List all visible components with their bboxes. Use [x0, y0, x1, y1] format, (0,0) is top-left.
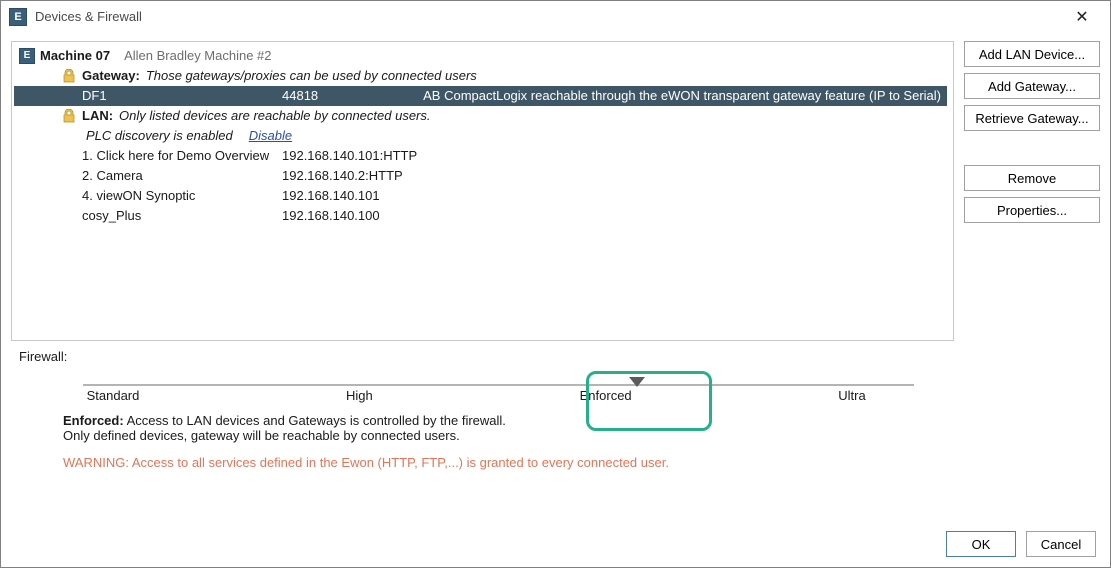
- add-gateway-button[interactable]: Add Gateway...: [964, 73, 1100, 99]
- slider-label-standard[interactable]: Standard: [63, 388, 163, 403]
- tree-lan-item[interactable]: 1. Click here for Demo Overview 192.168.…: [14, 146, 947, 166]
- firewall-desc-line2: Only defined devices, gateway will be re…: [63, 428, 460, 443]
- dialog-footer: OK Cancel: [946, 531, 1096, 557]
- disable-link[interactable]: Disable: [249, 126, 292, 146]
- close-button[interactable]: ✕: [1062, 3, 1102, 31]
- tree-lan-item[interactable]: 4. viewON Synoptic 192.168.140.101: [14, 186, 947, 206]
- firewall-slider[interactable]: [83, 374, 914, 376]
- lan-item-addr: 192.168.140.101:HTTP: [282, 148, 417, 163]
- gateway-item-desc: AB CompactLogix reachable through the eW…: [423, 88, 941, 103]
- gateway-note: Those gateways/proxies can be used by co…: [146, 66, 477, 86]
- device-tree[interactable]: E Machine 07 Allen Bradley Machine #2 Ga…: [11, 41, 954, 341]
- lan-item-name: 2. Camera: [82, 166, 143, 186]
- properties-button[interactable]: Properties...: [964, 197, 1100, 223]
- retrieve-gateway-button[interactable]: Retrieve Gateway...: [964, 105, 1100, 131]
- machine-icon: E: [18, 47, 36, 65]
- machine-name: Machine 07: [40, 46, 110, 66]
- firewall-title: Firewall:: [19, 349, 950, 364]
- firewall-level-name: Enforced:: [63, 413, 124, 428]
- app-icon-small: E: [19, 48, 35, 64]
- slider-label-high[interactable]: High: [309, 388, 409, 403]
- tree-lan-discovery: PLC discovery is enabled Disable: [14, 126, 947, 146]
- machine-subtitle: Allen Bradley Machine #2: [124, 46, 271, 66]
- tree-gateway-item[interactable]: DF1 44818 AB CompactLogix reachable thro…: [14, 86, 947, 106]
- titlebar: E Devices & Firewall ✕: [1, 1, 1110, 33]
- lan-item-name: cosy_Plus: [82, 206, 141, 226]
- tree-lan-item[interactable]: cosy_Plus 192.168.140.100: [14, 206, 947, 226]
- lan-item-addr: 192.168.140.100: [282, 208, 380, 223]
- tree-root[interactable]: E Machine 07 Allen Bradley Machine #2: [14, 46, 947, 66]
- slider-label-ultra[interactable]: Ultra: [802, 388, 902, 403]
- lock-icon: [60, 107, 78, 125]
- ok-button[interactable]: OK: [946, 531, 1016, 557]
- tree-lan-item[interactable]: 2. Camera 192.168.140.2:HTTP: [14, 166, 947, 186]
- slider-thumb[interactable]: [629, 377, 645, 387]
- firewall-desc-line1: Access to LAN devices and Gateways is co…: [127, 413, 506, 428]
- lan-item-addr: 192.168.140.2:HTTP: [282, 168, 403, 183]
- sidebar-buttons: Add LAN Device... Add Gateway... Retriev…: [964, 41, 1100, 470]
- close-icon: ✕: [1075, 7, 1088, 27]
- firewall-section: Firewall: Standard High Enforced Ultra E…: [11, 349, 954, 470]
- window-title: Devices & Firewall: [35, 9, 1062, 24]
- slider-track: [83, 384, 914, 386]
- tree-gateway-header[interactable]: Gateway: Those gateways/proxies can be u…: [14, 66, 947, 86]
- remove-button[interactable]: Remove: [964, 165, 1100, 191]
- lan-item-addr: 192.168.140.101: [282, 188, 380, 203]
- lan-note: Only listed devices are reachable by con…: [119, 106, 430, 126]
- gateway-item-name: DF1: [82, 86, 107, 106]
- tree-lan-header[interactable]: LAN: Only listed devices are reachable b…: [14, 106, 947, 126]
- lan-item-name: 1. Click here for Demo Overview: [82, 146, 269, 166]
- gateway-label: Gateway:: [82, 66, 140, 86]
- lan-label: LAN:: [82, 106, 113, 126]
- gateway-item-port: 44818: [282, 88, 318, 103]
- lock-icon: [60, 67, 78, 85]
- slider-label-enforced[interactable]: Enforced: [556, 388, 656, 403]
- app-icon: E: [9, 8, 27, 26]
- plc-discovery-text: PLC discovery is enabled: [86, 126, 233, 146]
- add-lan-device-button[interactable]: Add LAN Device...: [964, 41, 1100, 67]
- firewall-description: Enforced: Access to LAN devices and Gate…: [63, 413, 823, 443]
- firewall-warning: WARNING: Access to all services defined …: [63, 455, 942, 470]
- lan-item-name: 4. viewON Synoptic: [82, 186, 195, 206]
- cancel-button[interactable]: Cancel: [1026, 531, 1096, 557]
